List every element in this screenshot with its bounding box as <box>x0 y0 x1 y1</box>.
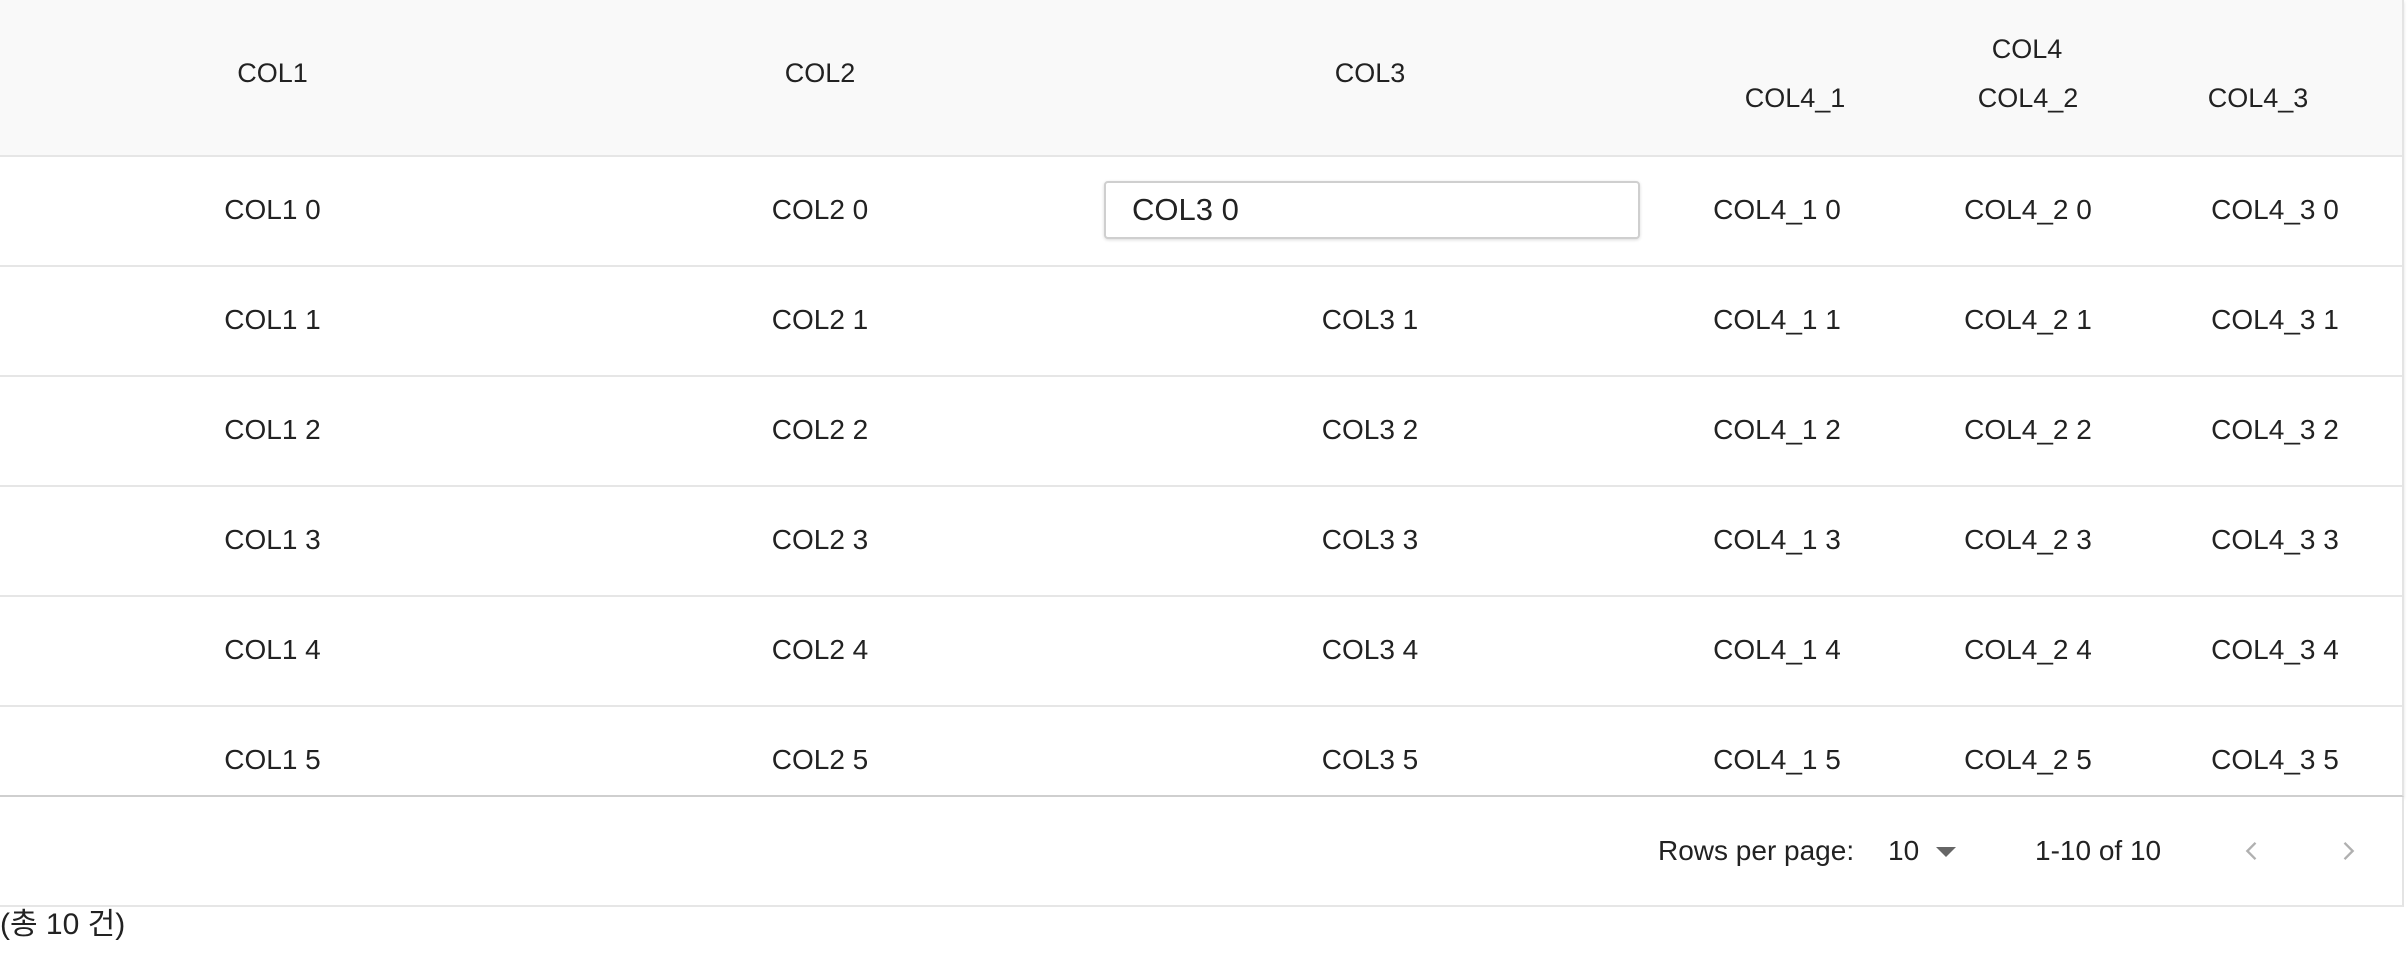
header-col4-3[interactable]: COL4_3 <box>2133 83 2383 113</box>
cell-col4-1[interactable]: COL4_1 4 <box>1652 596 1902 704</box>
cell-col4-1[interactable]: COL4_1 0 <box>1652 156 1902 264</box>
cell-col4-3[interactable]: COL4_3 3 <box>2150 486 2400 594</box>
cell-col1[interactable]: COL1 4 <box>0 596 545 704</box>
cell-col2[interactable]: COL2 4 <box>545 596 1095 704</box>
cell-col3[interactable]: COL3 4 <box>1095 596 1645 704</box>
cell-col2[interactable]: COL2 0 <box>545 156 1095 264</box>
table-row[interactable]: COL1 3 COL2 3 COL3 3 COL4_1 3 COL4_2 3 COL4_3… <box>0 486 2402 597</box>
cell-col4-3[interactable]: COL4_3 4 <box>2150 596 2400 704</box>
table-row[interactable]: COL1 0COL2 0 COL4_1 0COL4_2 0COL4_3 0 <box>0 156 2402 267</box>
rows-per-page-label: Rows per page: <box>1658 835 1855 866</box>
cell-col4-1[interactable]: COL4_1 5 <box>1652 706 1902 795</box>
header-col1[interactable]: COL1 <box>0 58 545 88</box>
header-col4-1[interactable]: COL4_1 <box>1670 83 1920 113</box>
cell-col4-3[interactable]: COL4_3 2 <box>2150 376 2400 484</box>
cell-col4-2[interactable]: COL4_2 2 <box>1903 376 2153 484</box>
cell-col2[interactable]: COL2 5 <box>545 706 1095 795</box>
cell-col1[interactable]: COL1 3 <box>0 486 545 594</box>
cell-col1[interactable]: COL1 5 <box>0 706 545 795</box>
rows-per-page-select[interactable]: 10 <box>1888 827 1958 875</box>
header-col4-group: COL4 <box>1991 34 2063 64</box>
rows-per-page-value: 10 <box>1888 835 1920 866</box>
cell-col4-2[interactable]: COL4_2 5 <box>1903 706 2153 795</box>
header-col4-2[interactable]: COL4_2 <box>1903 83 2153 113</box>
table-row[interactable]: COL1 5 COL2 5 COL3 5 COL4_1 5 COL4_2 5 COL4_3… <box>0 706 2402 795</box>
cell-col2[interactable]: COL2 3 <box>545 486 1095 594</box>
chevron-left-icon <box>2245 842 2257 860</box>
cell-col1[interactable]: COL1 1 <box>0 266 545 374</box>
prev-page-button[interactable] <box>2228 827 2276 875</box>
cell-col1[interactable]: COL1 0 <box>0 156 545 264</box>
cell-col2[interactable]: COL2 1 <box>545 266 1095 374</box>
cell-col4-1[interactable]: COL4_1 2 <box>1652 376 1902 484</box>
cell-col4-2[interactable]: COL4_2 0 <box>1903 156 2153 264</box>
table-row[interactable]: COL1 4 COL2 4 COL3 4 COL4_1 4 COL4_2 4 COL4_3… <box>0 596 2402 707</box>
cell-col1[interactable]: COL1 2 <box>0 376 545 484</box>
header-col3[interactable]: COL3 <box>1095 58 1645 88</box>
cell-col4-3[interactable]: COL4_3 1 <box>2150 266 2400 374</box>
cell-col4-3[interactable]: COL4_3 0 <box>2150 156 2400 264</box>
cell-col3[interactable]: COL3 2 <box>1095 376 1645 484</box>
data-table: COL1 COL2 COL3 COL4 COL4_1 COL4_2 COL4_3… <box>0 0 2404 797</box>
total-count: (총 10 건) <box>0 908 126 941</box>
header-col2[interactable]: COL2 <box>545 58 1095 88</box>
table-header: COL1 COL2 COL3 COL4 COL4_1 COL4_2 COL4_3 <box>0 0 2402 157</box>
cell-col3[interactable]: COL3 1 <box>1095 266 1645 374</box>
cell-col2[interactable]: COL2 2 <box>545 376 1095 484</box>
table-row[interactable]: COL1 1 COL2 1 COL3 1 COL4_1 1 COL4_2 1 COL4_3… <box>0 266 2402 377</box>
cell-col4-2[interactable]: COL4_2 3 <box>1903 486 2153 594</box>
cell-col4-3[interactable]: COL4_3 5 <box>2150 706 2400 795</box>
chevron-right-icon <box>2343 842 2355 860</box>
cell-col3[interactable]: COL3 5 <box>1095 706 1645 795</box>
cell-col4-1[interactable]: COL4_1 1 <box>1652 266 1902 374</box>
cell-col4-2[interactable]: COL4_2 1 <box>1903 266 2153 374</box>
next-page-button[interactable] <box>2324 827 2372 875</box>
table-row[interactable]: COL1 2 COL2 2 COL3 2 COL4_1 2 COL4_2 2 COL4_3… <box>0 376 2402 487</box>
table-pagination: Rows per page: 10 1-10 of 10 <box>0 797 2404 907</box>
cell-col4-1[interactable]: COL4_1 3 <box>1652 486 1902 594</box>
pagination-range: 1-10 of 10 <box>2035 835 2162 866</box>
cell-col3[interactable]: COL3 3 <box>1095 486 1645 594</box>
cell-edit-input[interactable] <box>1104 181 1640 239</box>
caret-down-icon <box>1936 847 1956 857</box>
cell-col4-2[interactable]: COL4_2 4 <box>1903 596 2153 704</box>
